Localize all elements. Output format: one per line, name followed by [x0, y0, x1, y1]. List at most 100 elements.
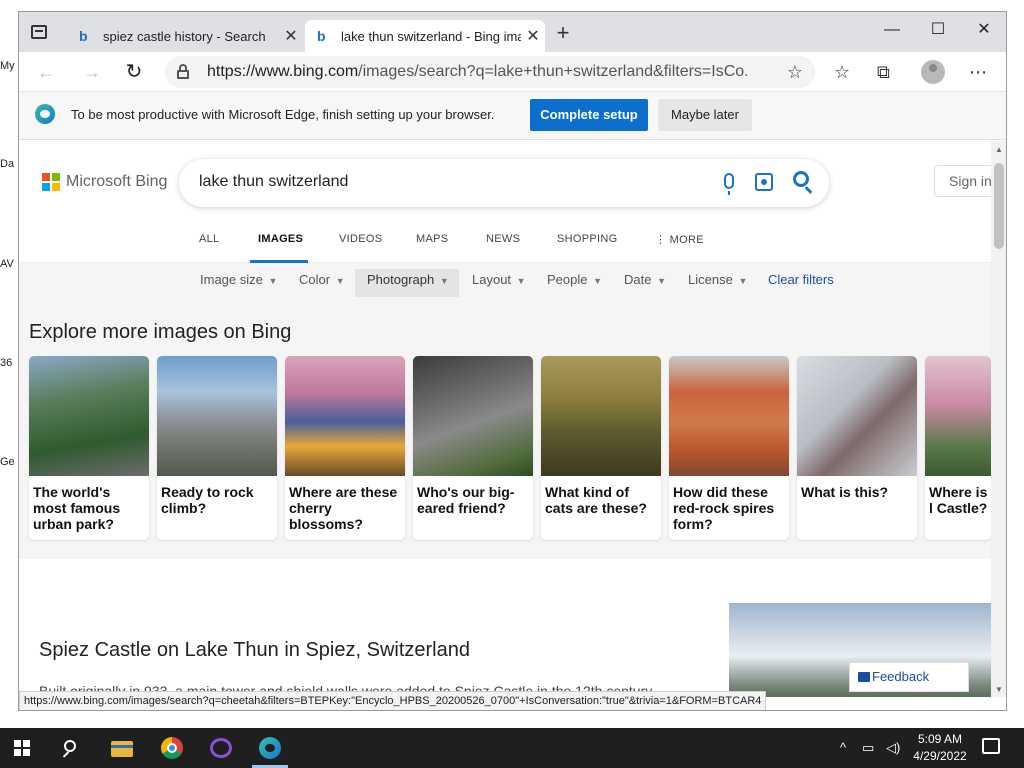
more-options-icon[interactable]: ⋯ — [969, 62, 987, 83]
scroll-up-icon[interactable]: ▲ — [995, 145, 1003, 154]
lock-icon[interactable] — [177, 64, 189, 79]
volume-icon[interactable]: ◁) — [886, 740, 900, 756]
chrome-icon[interactable] — [158, 734, 186, 762]
tab-title: lake thun switzerland - Bing images — [341, 28, 521, 44]
close-window-icon[interactable]: ✕ — [961, 16, 1006, 44]
desktop-icon-label[interactable]: Da — [0, 158, 14, 170]
visual-search-icon[interactable] — [755, 173, 773, 191]
result-title[interactable]: Spiez Castle on Lake Thun in Spiez, Swit… — [39, 639, 470, 662]
explore-card[interactable]: Who's our big-eared friend? — [413, 356, 533, 540]
chevron-down-icon: ▼ — [516, 276, 526, 286]
card-caption: The world's most famous urban park? — [33, 484, 121, 532]
close-tab-icon[interactable]: ✕ — [521, 26, 545, 46]
card-caption: Who's our big-eared friend? — [417, 484, 515, 516]
chevron-down-icon: ▼ — [738, 276, 748, 286]
feedback-button[interactable]: Feedback — [849, 662, 969, 692]
card-image — [541, 356, 661, 476]
collections-icon[interactable]: ⧉ — [877, 62, 890, 83]
tab-spiez-castle-history[interactable]: b spiez castle history - Search ✕ — [67, 20, 303, 52]
filter-layout[interactable]: Layout ▼ — [466, 269, 532, 297]
back-arrow-icon[interactable]: ← — [33, 60, 59, 86]
tab-strip: b spiez castle history - Search ✕ b lake… — [19, 12, 1006, 52]
filter-image-size[interactable]: Image size ▼ — [194, 269, 283, 297]
card-image — [413, 356, 533, 476]
chevron-down-icon: ▼ — [335, 276, 345, 286]
chevron-down-icon: ▼ — [268, 276, 278, 286]
tab-all[interactable]: ALL — [199, 233, 219, 245]
card-caption: What is this? — [801, 484, 889, 500]
tab-actions-icon[interactable] — [31, 25, 47, 39]
explore-card[interactable]: How did these red-rock spires form? — [669, 356, 789, 540]
url-host: https://www.bing.com — [207, 63, 359, 80]
scroll-down-icon[interactable]: ▼ — [995, 685, 1003, 694]
maximize-icon[interactable]: ☐ — [915, 16, 961, 44]
favorites-icon[interactable]: ☆ — [834, 62, 850, 83]
complete-setup-button[interactable]: Complete setup — [530, 99, 648, 131]
desktop-icon-label[interactable]: 36 — [0, 357, 12, 369]
edge-taskbar-icon[interactable] — [256, 734, 284, 762]
tab-news[interactable]: NEWS — [486, 233, 520, 245]
search-icon[interactable] — [793, 171, 809, 187]
windows-start-icon[interactable] — [14, 740, 30, 756]
url-text[interactable]: https://www.bing.com/images/search?q=lak… — [207, 63, 747, 81]
tab-lake-thun-images[interactable]: b lake thun switzerland - Bing images ✕ — [305, 20, 545, 52]
app-s-icon[interactable] — [207, 734, 235, 762]
search-input[interactable]: lake thun switzerland — [199, 173, 348, 191]
tab-images[interactable]: IMAGES — [258, 233, 303, 245]
maybe-later-button[interactable]: Maybe later — [658, 99, 752, 131]
filter-color[interactable]: Color ▼ — [293, 269, 351, 297]
clear-filters-link[interactable]: Clear filters — [762, 269, 840, 297]
explore-card[interactable]: What kind of cats are these? — [541, 356, 661, 540]
file-explorer-icon[interactable] — [108, 734, 136, 762]
desktop-icon-label[interactable]: My — [0, 60, 15, 72]
explore-card[interactable]: What is this? — [797, 356, 917, 540]
filter-label: Photograph — [367, 272, 435, 287]
forward-arrow-icon[interactable]: → — [79, 60, 105, 86]
desktop-icon-label[interactable]: Ge — [0, 456, 15, 468]
card-image — [797, 356, 917, 476]
minimize-icon[interactable]: — — [869, 16, 915, 44]
search-icon[interactable] — [58, 734, 86, 762]
microphone-icon[interactable] — [724, 173, 734, 195]
filter-people[interactable]: People ▼ — [541, 269, 608, 297]
filter-label: Image size — [200, 272, 263, 287]
filter-label: Color — [299, 272, 331, 287]
card-caption: What kind of cats are these? — [545, 484, 647, 516]
add-favorite-icon[interactable]: ☆ — [787, 62, 803, 83]
notification-icon[interactable] — [982, 738, 1000, 754]
tab-maps[interactable]: MAPS — [416, 233, 448, 245]
chevron-up-icon[interactable]: ^ — [840, 740, 846, 755]
tab-videos[interactable]: VIDEOS — [339, 233, 382, 245]
explore-card[interactable]: Ready to rock climb? — [157, 356, 277, 540]
bing-logo[interactable]: Microsoft Bing — [42, 173, 167, 191]
filter-bar: Image size ▼ Color ▼ Photograph ▼ Layout… — [19, 263, 991, 299]
card-caption: Ready to rock climb? — [161, 484, 254, 516]
address-bar[interactable]: https://www.bing.com/images/search?q=lak… — [165, 56, 815, 88]
filter-license[interactable]: License ▼ — [682, 269, 753, 297]
filter-photograph[interactable]: Photograph ▼ — [355, 269, 459, 297]
search-box[interactable]: lake thun switzerland — [179, 159, 829, 207]
desktop-edge: My Da AV 36 Ge — [0, 0, 18, 728]
desktop-icon-label[interactable]: AV — [0, 258, 14, 270]
more-vertical-icon: ⋮ — [655, 234, 670, 246]
profile-avatar[interactable] — [921, 60, 945, 84]
explore-card[interactable]: The world's most famous urban park? — [29, 356, 149, 540]
reload-icon[interactable]: ↻ — [121, 60, 147, 86]
page-scrollbar[interactable]: ▲ ▼ — [991, 141, 1006, 697]
tab-shopping[interactable]: SHOPPING — [557, 233, 617, 245]
tab-more[interactable]: ⋮ MORE — [655, 233, 704, 246]
new-tab-plus-icon[interactable]: + — [551, 22, 575, 46]
filter-date[interactable]: Date ▼ — [618, 269, 672, 297]
close-tab-icon[interactable]: ✕ — [279, 26, 303, 46]
explore-card[interactable]: Where is l Castle? — [925, 356, 991, 540]
taskbar: ^ ▭ ◁) 5:09 AM 4/29/2022 — [0, 728, 1024, 768]
browser-toolbar: ← → ↻ https://www.bing.com/images/search… — [19, 52, 1006, 92]
browser-window: b spiez castle history - Search ✕ b lake… — [18, 11, 1007, 711]
scroll-thumb[interactable] — [994, 163, 1004, 249]
explore-card[interactable]: Where are these cherry blossoms? — [285, 356, 405, 540]
taskbar-clock[interactable]: 5:09 AM 4/29/2022 — [908, 731, 972, 765]
sign-in-button[interactable]: Sign in — [934, 165, 991, 197]
microsoft-logo-icon — [42, 173, 60, 191]
clock-time: 5:09 AM — [917, 732, 963, 746]
network-icon[interactable]: ▭ — [862, 740, 874, 756]
